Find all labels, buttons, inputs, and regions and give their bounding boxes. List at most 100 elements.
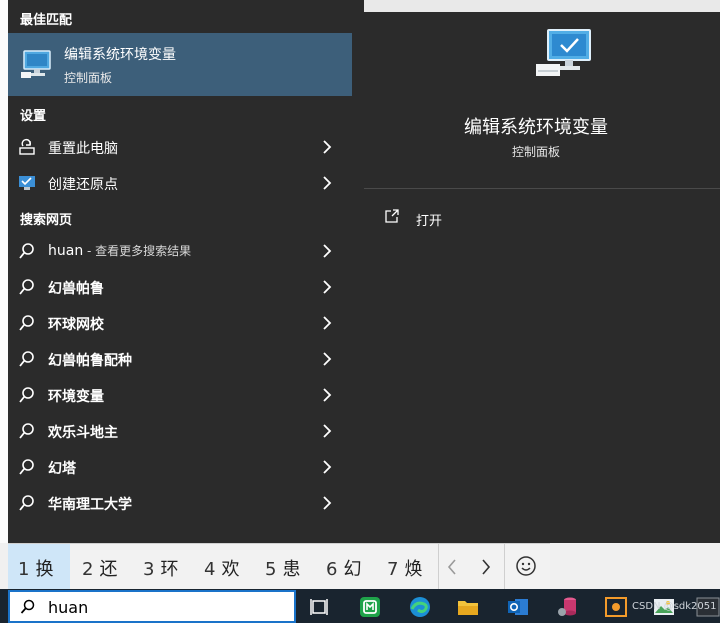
open-label: 打开 — [416, 214, 443, 229]
outlook-icon[interactable] — [506, 595, 530, 619]
ime-candidate-number: 2 — [82, 559, 94, 580]
chevron-right-icon — [323, 176, 332, 190]
taskbar-search-box[interactable]: huan — [8, 590, 296, 623]
search-icon — [19, 495, 34, 511]
best-match-title: 编辑系统环境变量 — [64, 47, 176, 63]
preview-top-edge — [364, 0, 720, 12]
ime-candidate[interactable]: 5患 — [253, 544, 314, 590]
web-result[interactable]: 欢乐斗地主 — [8, 413, 352, 449]
emoji-icon[interactable] — [514, 554, 538, 578]
ime-candidate-number: 4 — [204, 559, 216, 580]
restore-point-icon — [19, 176, 35, 190]
web-result[interactable]: 华南理工大学 — [8, 485, 352, 521]
ime-candidate[interactable]: 3环 — [131, 544, 192, 590]
results-pane: 最佳匹配 编辑系统环境变量 控制面板 设置 重置此电脑 创建还原点 搜索网页 h… — [8, 0, 352, 543]
web-result-huan[interactable]: huan - 查看更多搜索结果 — [8, 233, 352, 269]
search-icon — [19, 279, 34, 295]
best-match-subtitle: 控制面板 — [64, 71, 113, 85]
ime-candidate-number: 3 — [143, 559, 155, 580]
preview-subtitle: 控制面板 — [511, 145, 560, 159]
web-result[interactable]: 环境变量 — [8, 377, 352, 413]
search-icon — [20, 599, 35, 614]
ime-candidate[interactable]: 1换 — [8, 544, 70, 590]
chevron-right-icon — [323, 496, 332, 510]
web-result-label: 环球网校 — [48, 317, 104, 333]
preview-title: 编辑系统环境变量 — [464, 117, 608, 138]
ime-candidate-text: 患 — [282, 559, 301, 580]
web-search-heading: 搜索网页 — [20, 213, 73, 228]
web-result-hint: - 查看更多搜索结果 — [83, 244, 192, 258]
web-result[interactable]: 幻塔 — [8, 449, 352, 485]
web-result-label: huan - 查看更多搜索结果 — [48, 242, 191, 259]
ime-candidate[interactable]: 4欢 — [192, 544, 253, 590]
ime-separator — [438, 544, 439, 590]
web-result[interactable]: 环球网校 — [8, 305, 352, 341]
web-result-label: 环境变量 — [48, 389, 104, 405]
reset-pc-icon — [19, 138, 35, 155]
web-result-label: 幻塔 — [48, 461, 76, 477]
search-icon — [19, 351, 34, 367]
search-icon — [19, 423, 34, 439]
web-result-label: 欢乐斗地主 — [48, 425, 118, 441]
chevron-right-icon — [323, 352, 332, 366]
search-input[interactable]: huan — [48, 598, 88, 617]
settings-item-reset-pc[interactable]: 重置此电脑 — [8, 129, 352, 165]
ime-separator — [504, 544, 505, 590]
next-page-icon[interactable] — [476, 556, 496, 578]
open-icon — [385, 209, 399, 223]
preview-pane: 编辑系统环境变量 控制面板 打开 — [352, 0, 720, 543]
app-icon[interactable] — [604, 595, 628, 619]
ime-candidate[interactable]: 7焕 — [375, 544, 437, 590]
ime-candidate-text: 幻 — [343, 559, 362, 580]
file-explorer-icon[interactable] — [456, 595, 480, 619]
monitor-settings-icon — [536, 29, 591, 76]
chevron-right-icon — [323, 280, 332, 294]
ime-candidate-number: 1 — [18, 559, 30, 580]
ime-candidate-text: 环 — [160, 559, 179, 580]
ime-candidate-text: 欢 — [221, 559, 240, 580]
previous-page-icon[interactable] — [442, 556, 462, 578]
taskbar: huan CSDN @sdk2051 — [0, 589, 720, 623]
search-icon — [19, 243, 34, 259]
chevron-right-icon — [323, 424, 332, 438]
mindmaster-icon[interactable] — [358, 595, 382, 619]
ime-candidate-bar: 1换 2还 3环 4欢 5患 6幻 7焕 — [8, 543, 550, 590]
web-result-label: 华南理工大学 — [48, 497, 132, 513]
open-action[interactable]: 打开 — [384, 206, 504, 230]
search-icon — [19, 387, 34, 403]
ime-candidate-number: 6 — [326, 559, 338, 580]
search-icon — [19, 459, 34, 475]
chevron-right-icon — [323, 316, 332, 330]
settings-item-restore-point[interactable]: 创建还原点 — [8, 165, 352, 201]
monitor-settings-icon — [21, 50, 51, 78]
database-tool-icon[interactable] — [556, 595, 580, 619]
preview-divider — [364, 188, 720, 189]
ime-candidate-number: 5 — [265, 559, 277, 580]
settings-item-label: 重置此电脑 — [48, 141, 118, 157]
web-result-label: 幻兽帕鲁配种 — [48, 353, 132, 369]
ime-candidate[interactable]: 2还 — [70, 544, 131, 590]
chevron-right-icon — [323, 388, 332, 402]
chevron-right-icon — [323, 140, 332, 154]
chevron-right-icon — [323, 244, 332, 258]
ime-candidate-text: 换 — [35, 559, 54, 580]
ime-candidate-text: 焕 — [404, 559, 423, 580]
best-match-item[interactable]: 编辑系统环境变量 控制面板 — [8, 33, 352, 96]
search-icon — [19, 315, 34, 331]
task-view-icon[interactable] — [308, 595, 332, 619]
watermark-text: CSDN @sdk2051 — [632, 601, 717, 612]
settings-heading: 设置 — [20, 109, 47, 124]
settings-item-label: 创建还原点 — [48, 177, 118, 193]
chevron-right-icon — [323, 460, 332, 474]
ime-candidate-number: 7 — [387, 559, 399, 580]
web-result[interactable]: 幻兽帕鲁配种 — [8, 341, 352, 377]
start-search-window: 最佳匹配 编辑系统环境变量 控制面板 设置 重置此电脑 创建还原点 搜索网页 h… — [0, 0, 720, 623]
best-match-heading: 最佳匹配 — [20, 13, 73, 28]
edge-icon[interactable] — [408, 595, 432, 619]
ime-candidate-text: 还 — [99, 559, 118, 580]
web-result[interactable]: 幻兽帕鲁 — [8, 269, 352, 305]
web-result-query: huan — [48, 243, 84, 259]
web-result-label: 幻兽帕鲁 — [48, 281, 104, 297]
desktop-edge — [0, 0, 8, 543]
ime-candidate[interactable]: 6幻 — [314, 544, 375, 590]
